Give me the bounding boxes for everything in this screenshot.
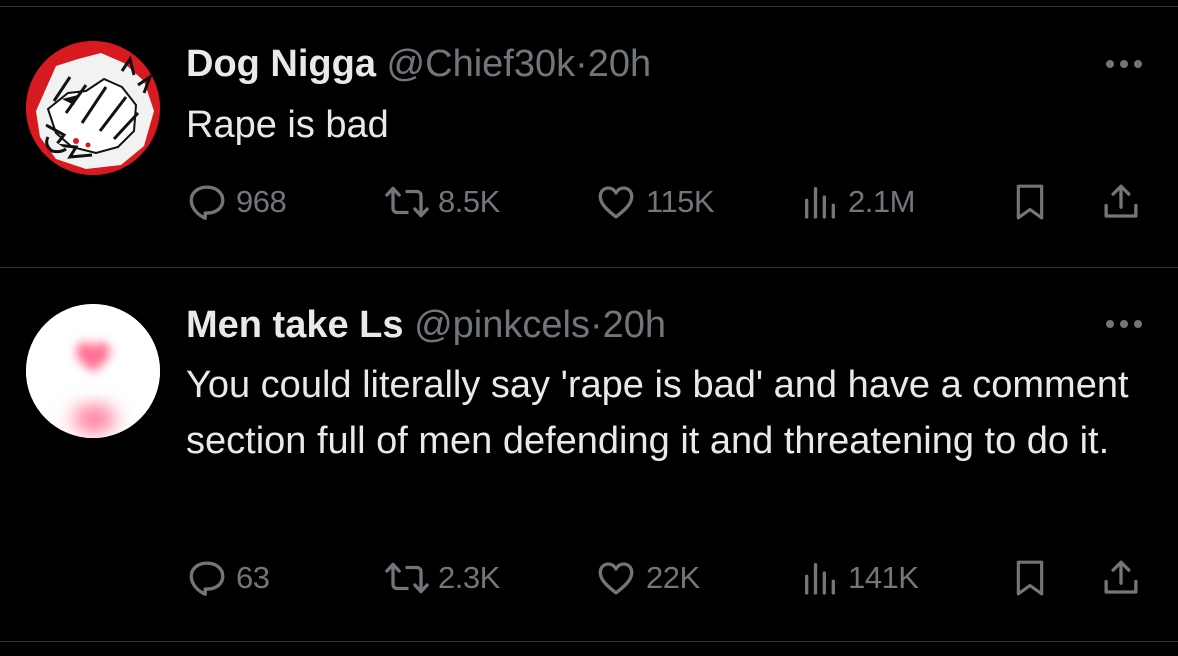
tweet-text: Rape is bad: [186, 104, 389, 146]
bookmark-icon: [1016, 184, 1044, 220]
reply-count: 968: [236, 184, 287, 219]
tweet-card[interactable]: Men take Ls @pinkcels·20h You could lite…: [0, 268, 1178, 642]
heart-icon: [598, 562, 634, 595]
tweet-card[interactable]: Dog Nigga @Chief30k·20h Rape is bad 968: [0, 0, 1178, 268]
views-button[interactable]: 141K: [800, 553, 919, 603]
avatar[interactable]: [26, 304, 160, 438]
reply-icon: [189, 561, 225, 596]
views-icon: [805, 187, 835, 219]
share-button[interactable]: [1100, 177, 1142, 227]
tweet-actions: 63 2.3K 22K 141K: [186, 553, 1156, 603]
user-handle[interactable]: @pinkcels: [414, 304, 590, 346]
views-count: 141K: [848, 560, 919, 595]
reply-icon: [189, 185, 225, 220]
separator-dot: ·: [575, 43, 588, 85]
more-icon: [1106, 320, 1142, 328]
retweet-icon: [385, 186, 429, 218]
pink-heart-avatar-icon: [26, 304, 160, 438]
bookmark-icon: [1016, 560, 1044, 596]
reply-button[interactable]: 968: [186, 177, 287, 227]
timestamp[interactable]: 20h: [603, 304, 666, 346]
like-button[interactable]: 22K: [594, 553, 700, 603]
more-button[interactable]: [1100, 314, 1148, 334]
tweet-text: You could literally say 'rape is bad' an…: [186, 364, 1129, 462]
bookmark-button[interactable]: [1010, 177, 1050, 227]
share-icon: [1104, 560, 1138, 594]
timeline-feed: Dog Nigga @Chief30k·20h Rape is bad 968: [0, 0, 1178, 656]
display-name[interactable]: Men take Ls: [186, 304, 404, 346]
user-handle[interactable]: @Chief30k: [387, 43, 576, 85]
more-icon: [1106, 60, 1142, 68]
wolf-avatar-icon: [26, 41, 160, 175]
views-count: 2.1M: [848, 184, 915, 219]
retweet-count: 2.3K: [438, 560, 500, 595]
divider: [0, 641, 1178, 642]
tweet-header: Dog Nigga @Chief30k·20h: [186, 42, 651, 86]
heart-icon: [598, 186, 634, 219]
retweet-button[interactable]: 2.3K: [384, 553, 500, 603]
views-button[interactable]: 2.1M: [800, 177, 915, 227]
views-icon: [805, 563, 835, 595]
reply-button[interactable]: 63: [186, 553, 270, 603]
retweet-icon: [385, 562, 429, 594]
like-count: 22K: [646, 560, 700, 595]
avatar[interactable]: [26, 41, 160, 175]
share-button[interactable]: [1100, 553, 1142, 603]
separator-dot: ·: [589, 304, 603, 346]
retweet-count: 8.5K: [438, 184, 500, 219]
more-button[interactable]: [1100, 54, 1148, 74]
tweet-header: Men take Ls @pinkcels·20h: [186, 303, 666, 347]
display-name[interactable]: Dog Nigga: [186, 43, 376, 85]
retweet-button[interactable]: 8.5K: [384, 177, 500, 227]
timestamp[interactable]: 20h: [588, 43, 651, 85]
reply-count: 63: [236, 560, 270, 595]
share-icon: [1104, 184, 1138, 218]
tweet-actions: 968 8.5K 115K 2.1M: [186, 177, 1156, 227]
bookmark-button[interactable]: [1010, 553, 1050, 603]
like-button[interactable]: 115K: [594, 177, 715, 227]
like-count: 115K: [646, 184, 715, 219]
